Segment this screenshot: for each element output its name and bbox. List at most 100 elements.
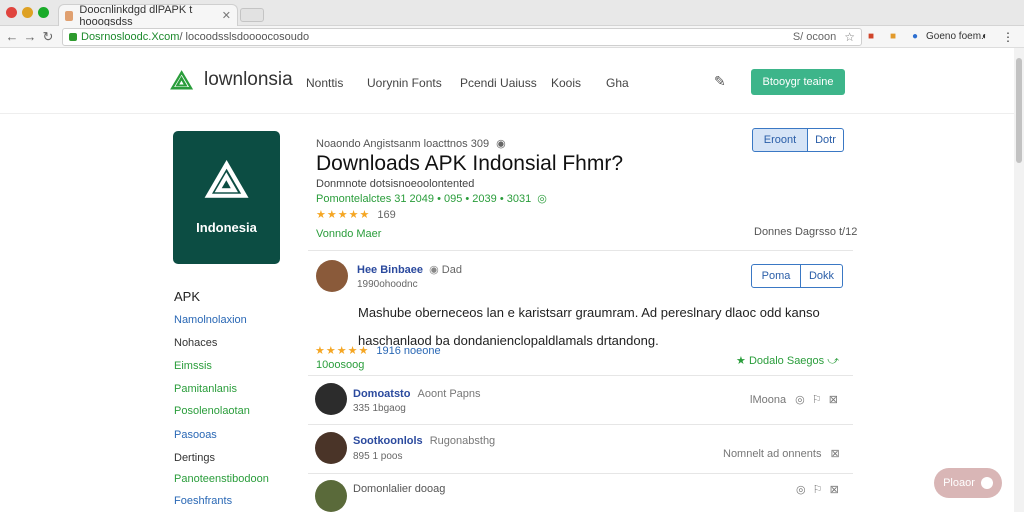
favicon-icon bbox=[65, 10, 74, 21]
bookmark-star-icon[interactable]: ☆ bbox=[844, 30, 855, 44]
review-button-a[interactable]: Poma bbox=[751, 264, 801, 288]
back-icon[interactable]: ← bbox=[4, 29, 20, 45]
like-icon[interactable]: ◎ bbox=[795, 394, 805, 406]
nav-link[interactable]: Nonttis bbox=[306, 76, 343, 90]
avatar bbox=[315, 432, 347, 464]
review-date: 335 1bgaog bbox=[353, 403, 406, 414]
rating-stars-icon: ★★★★★ bbox=[315, 345, 370, 357]
floating-action-button[interactable]: Ploaor bbox=[934, 468, 1002, 498]
browser-tab[interactable]: Doocnlinkdgd dlPAPK t hooogsdss ✕ bbox=[58, 3, 238, 28]
review-tool-label: lMoona bbox=[750, 394, 787, 406]
check-icon: ◎ bbox=[537, 193, 547, 205]
cta-button[interactable]: Btooygr teaine bbox=[751, 69, 845, 95]
breadcrumb-text: Noaondo Angistsanm loacttnos 309 bbox=[316, 138, 490, 150]
scrollbar-thumb[interactable] bbox=[1016, 58, 1022, 163]
tab-title: Doocnlinkdgd dlPAPK t hooogsdss bbox=[79, 3, 193, 28]
review-tools: lMoona ◎ ⚐ ⊠ bbox=[750, 393, 838, 406]
profile-icon[interactable]: ● bbox=[912, 30, 918, 44]
site-header: ⟁ lownlonsia Nonttis Uorynin Fonts Pcend… bbox=[0, 48, 1014, 114]
minimize-window-button[interactable] bbox=[22, 7, 33, 18]
review-author[interactable]: Domoatsto Aoont Papns bbox=[353, 388, 481, 400]
logo-icon: ⟁ bbox=[170, 65, 194, 95]
review-author[interactable]: Hee Binbaee ◉ Dad bbox=[357, 263, 462, 276]
fab-icon bbox=[980, 477, 993, 489]
review-date: 895 1 poos bbox=[353, 451, 403, 462]
avatar bbox=[315, 383, 347, 415]
new-tab-button[interactable] bbox=[240, 8, 264, 22]
extension-icon[interactable]: ■ bbox=[868, 30, 874, 44]
sidebar-item[interactable]: Pamitanlanis bbox=[174, 383, 237, 395]
close-window-button[interactable] bbox=[6, 7, 17, 18]
avatar bbox=[316, 260, 348, 292]
app-icon: ⟁ Indonesia bbox=[173, 131, 280, 264]
info-icon[interactable]: ◉ bbox=[496, 138, 506, 150]
sidebar-item[interactable]: Nohaces bbox=[174, 337, 217, 349]
edit-icon[interactable]: ⊠ bbox=[829, 394, 838, 406]
url-search-hint: S/ ocoon bbox=[792, 31, 837, 43]
app-logo-icon: ⟁ bbox=[204, 152, 249, 208]
close-tab-icon[interactable]: ✕ bbox=[222, 9, 231, 22]
review-action-link[interactable]: ★ Dodalo Saegos ⤻ bbox=[736, 354, 839, 368]
review-author[interactable]: Sootkoonlols Rugonabsthg bbox=[353, 435, 495, 447]
edit-icon[interactable]: ⊠ bbox=[830, 484, 839, 496]
extension-icon[interactable]: ■ bbox=[890, 30, 896, 44]
maximize-window-button[interactable] bbox=[38, 7, 49, 18]
edit-icon[interactable]: ⊠ bbox=[831, 448, 840, 460]
author-name: Hee Binbaee bbox=[357, 264, 424, 276]
star-icon: ★ bbox=[736, 355, 746, 367]
sidebar-item[interactable]: Panoteenstibodoon bbox=[174, 473, 269, 485]
menu-icon[interactable]: ◐ bbox=[982, 30, 988, 44]
review-tool-label: Nomnelt ad onnents bbox=[723, 448, 822, 460]
site-logo[interactable]: ⟁ lownlonsia bbox=[170, 66, 293, 94]
sidebar-item[interactable]: Namolnolaxion bbox=[174, 314, 247, 326]
nav-link[interactable]: Gha bbox=[606, 76, 629, 90]
rating-count: 169 bbox=[377, 209, 396, 221]
nav-link[interactable]: Pcendi Uaiuss bbox=[460, 76, 537, 90]
divider bbox=[308, 424, 853, 425]
secondary-action-button[interactable]: Dotr bbox=[808, 128, 844, 152]
fab-label: Ploaor bbox=[943, 477, 975, 489]
extension-label[interactable]: Goeno foem. bbox=[926, 30, 984, 44]
rating-stars-icon: ★★★★★ bbox=[316, 209, 371, 221]
divider bbox=[308, 375, 853, 376]
sidebar-item[interactable]: Dertings bbox=[174, 452, 215, 464]
author-extra: Aoont Papns bbox=[417, 388, 481, 400]
author-badge: Dad bbox=[441, 264, 462, 276]
reload-icon[interactable]: ↻ bbox=[40, 29, 56, 45]
sidebar-item[interactable]: Pasooas bbox=[174, 429, 217, 441]
primary-action-button[interactable]: Eroont bbox=[752, 128, 808, 152]
like-icon[interactable]: ◎ bbox=[796, 484, 806, 496]
author-extra: Rugonabsthg bbox=[429, 435, 496, 447]
forward-icon[interactable]: → bbox=[22, 29, 38, 45]
sidebar-title: APK bbox=[174, 289, 201, 304]
review-author[interactable]: Domonlalier dooag bbox=[353, 483, 445, 495]
window-controls bbox=[6, 7, 49, 18]
nav-link[interactable]: Uorynin Fonts bbox=[367, 76, 442, 90]
nav-link[interactable]: Koois bbox=[551, 76, 581, 90]
version-line: Pomontelalctes 31 2049 • 095 • 2039 • 30… bbox=[316, 192, 547, 205]
review-action-group: Poma Dokk bbox=[751, 264, 843, 288]
flag-icon[interactable]: ⚐ bbox=[812, 394, 822, 406]
app-icon-word: Indonesia bbox=[196, 220, 257, 235]
tools-icon[interactable]: ✎ bbox=[714, 73, 726, 90]
more-menu-icon[interactable]: ⋮ bbox=[1002, 30, 1014, 44]
divider bbox=[308, 473, 853, 474]
review-button-b[interactable]: Dokk bbox=[801, 264, 843, 288]
review-tools: Nomnelt ad onnents ⊠ bbox=[723, 447, 840, 460]
logo-text: lownlonsia bbox=[204, 69, 293, 90]
review-action-label: Dodalo Saegos bbox=[748, 355, 825, 367]
vendor-link[interactable]: Vonndo Maer bbox=[316, 228, 381, 240]
address-bar[interactable]: Dosrnosloodc.Xcom / locoodsslsdoooocosou… bbox=[62, 28, 862, 46]
sidebar-item[interactable]: Foeshfrants bbox=[174, 495, 232, 507]
review-rating: ★★★★★ 1916 noeone bbox=[315, 344, 441, 357]
review-rating-sub: 10oosoog bbox=[316, 359, 365, 371]
sidebar-item[interactable]: Posolenolaotan bbox=[174, 405, 250, 417]
review-rating-text: 1916 noeone bbox=[376, 345, 441, 357]
review-tools: ◎ ⚐ ⊠ bbox=[796, 483, 839, 496]
downloads-info: Donnes Dagrsso t/12 bbox=[754, 226, 858, 238]
flag-icon[interactable]: ⚐ bbox=[813, 484, 823, 496]
sidebar-item[interactable]: Eimssis bbox=[174, 360, 212, 372]
url-path: / locoodsslsdoooocosoudo bbox=[179, 31, 310, 43]
browser-toolbar: ← → ↻ Dosrnosloodc.Xcom / locoodsslsdooo… bbox=[0, 26, 1024, 48]
browser-tabstrip: Doocnlinkdgd dlPAPK t hooogsdss ✕ bbox=[0, 0, 1024, 28]
